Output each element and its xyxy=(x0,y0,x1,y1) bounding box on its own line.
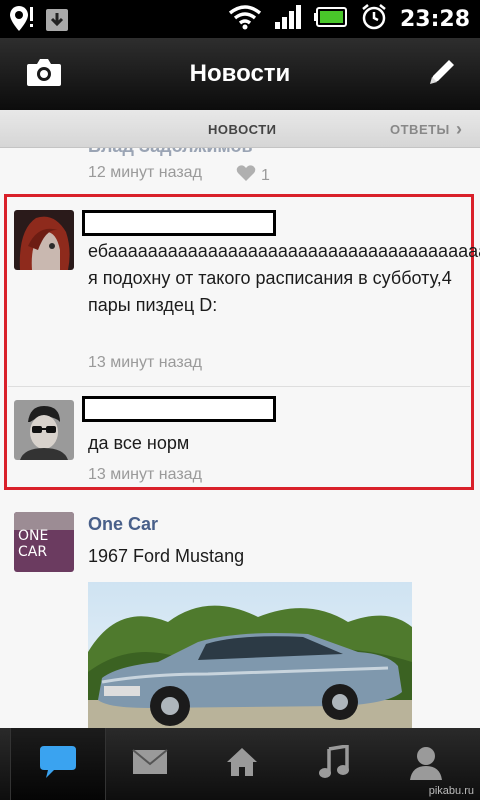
timestamp: 13 минут назад xyxy=(88,466,202,483)
download-icon xyxy=(44,5,70,38)
page-title: Новости xyxy=(189,60,291,87)
signal-icon xyxy=(274,4,302,35)
chat-icon xyxy=(38,744,78,785)
post-message: ебаааааааааааааааааааааааааааааааааааааа… xyxy=(88,241,480,315)
like-counter[interactable]: 1 xyxy=(236,164,270,187)
nav-feed-button[interactable] xyxy=(10,728,106,800)
car-photo[interactable] xyxy=(88,582,412,728)
action-bar: Новости xyxy=(0,38,480,110)
divider xyxy=(8,386,470,387)
author-name-partial[interactable]: Влад Задолжимов xyxy=(88,148,253,157)
battery-icon xyxy=(313,6,348,33)
post-message: да все норм xyxy=(88,433,190,453)
watermark: pikabu.ru xyxy=(428,785,474,797)
nav-music-button[interactable] xyxy=(286,728,382,800)
author-name-redacted[interactable] xyxy=(82,396,276,422)
heart-icon xyxy=(236,164,256,187)
wifi-icon xyxy=(228,4,262,35)
chevron-right-icon[interactable]: › xyxy=(456,119,462,140)
page-avatar-label: ONE CAR xyxy=(18,528,49,560)
bottom-nav: pikabu.ru xyxy=(0,728,480,800)
nav-home-button[interactable] xyxy=(194,728,290,800)
compose-button[interactable] xyxy=(422,54,462,94)
camera-button[interactable] xyxy=(24,54,64,94)
timestamp: 13 минут назад xyxy=(88,354,202,371)
home-icon xyxy=(225,746,259,783)
profile-icon xyxy=(408,744,444,785)
tab-news[interactable]: НОВОСТИ xyxy=(208,122,277,137)
nav-messages-button[interactable] xyxy=(102,728,198,800)
like-count: 1 xyxy=(261,166,270,184)
page-avatar[interactable]: ONE CAR xyxy=(14,512,74,572)
feed-tabs: НОВОСТИ ОТВЕТЫ › xyxy=(0,110,480,148)
page-name-link[interactable]: One Car xyxy=(88,514,158,535)
pencil-icon xyxy=(425,55,459,94)
mail-icon xyxy=(132,748,168,780)
avatar[interactable] xyxy=(14,210,74,270)
avatar[interactable] xyxy=(14,400,74,460)
camera-icon xyxy=(25,56,63,93)
author-name-redacted[interactable] xyxy=(82,210,276,236)
music-icon xyxy=(319,743,349,784)
alarm-icon xyxy=(360,3,388,36)
clock-time: 23:28 xyxy=(399,6,470,32)
news-feed[interactable]: Влад Задолжимов 12 минут назад 1 ебааааа… xyxy=(0,148,480,728)
list-item[interactable]: да все норм 13 минут назад xyxy=(0,396,480,490)
status-bar: 23:28 xyxy=(0,0,480,38)
list-item[interactable]: ебаааааааааааааааааааааааааааааааааааааа… xyxy=(0,210,480,386)
timestamp: 12 минут назад xyxy=(88,164,202,181)
tab-answers[interactable]: ОТВЕТЫ xyxy=(390,122,450,137)
post-message: 1967 Ford Mustang xyxy=(88,546,245,566)
location-alert-icon xyxy=(8,4,34,39)
